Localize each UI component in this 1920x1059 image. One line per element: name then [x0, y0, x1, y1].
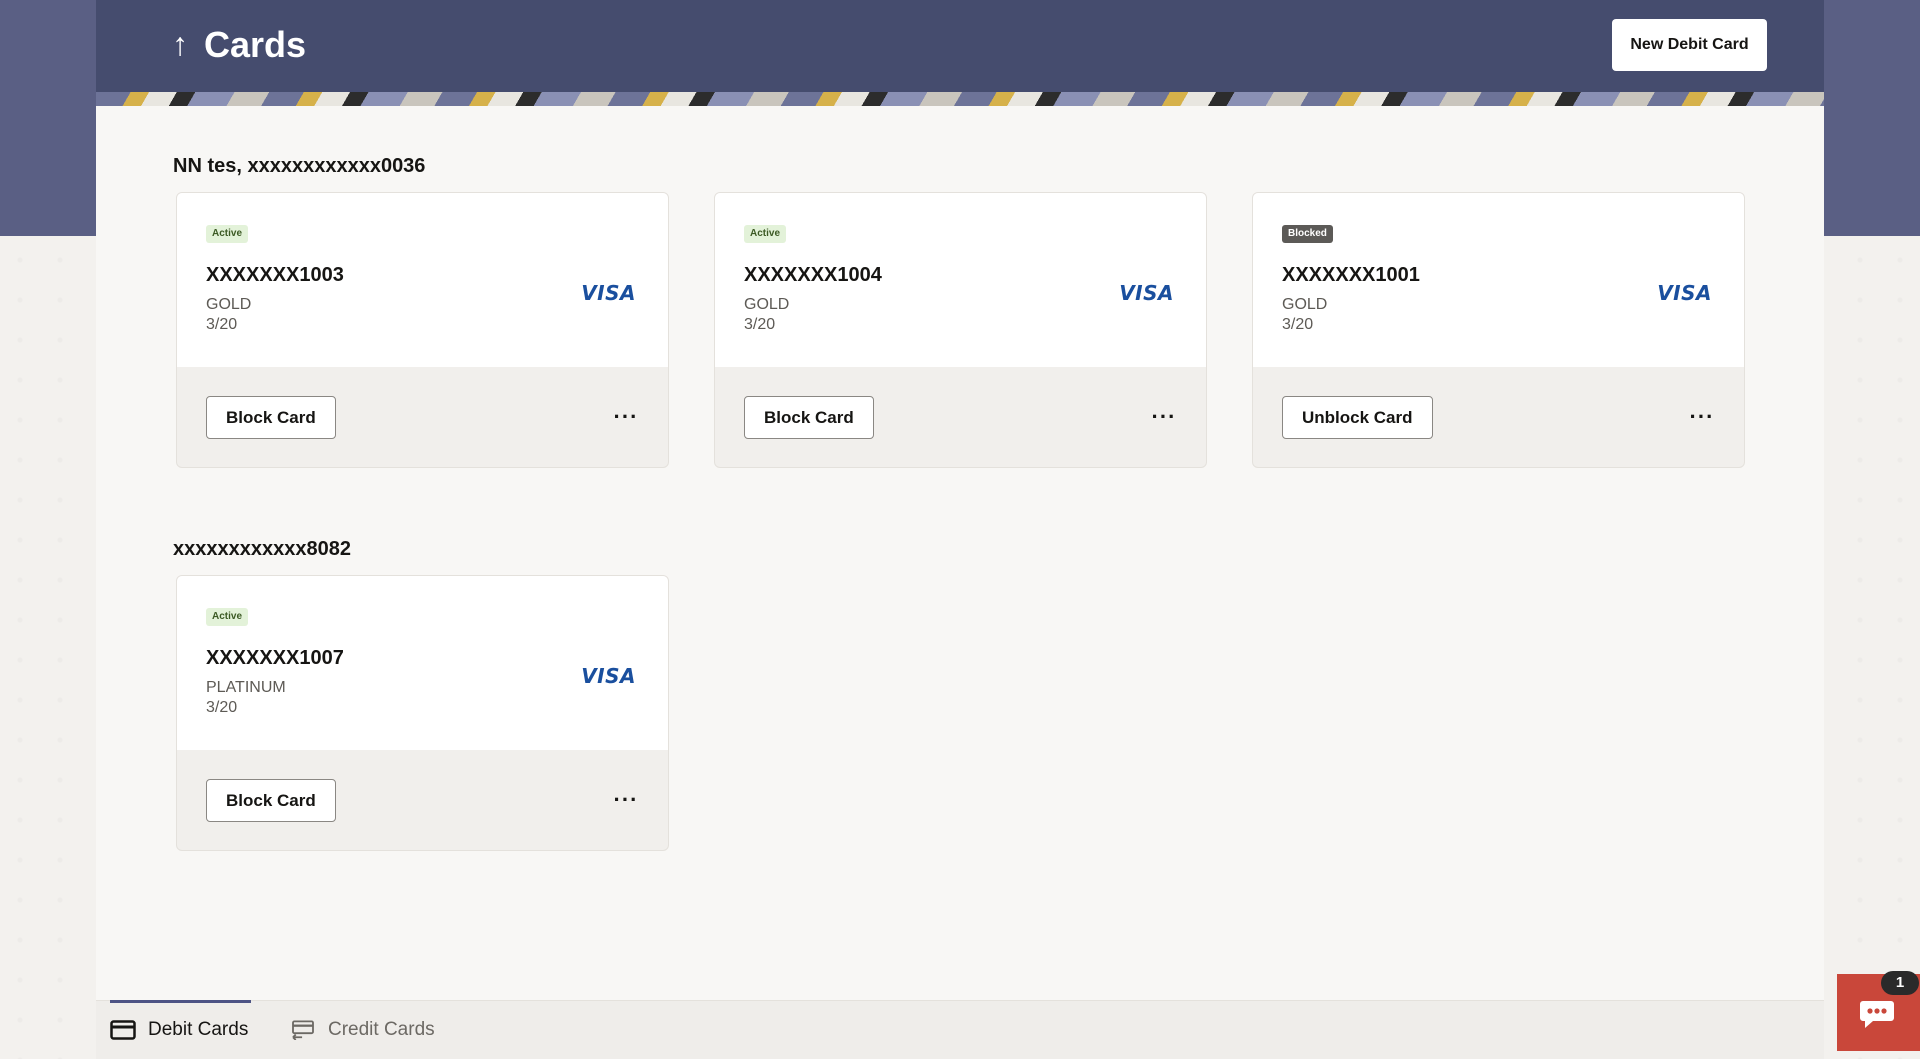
account-label: NN tes, xxxxxxxxxxxx0036 [173, 155, 426, 177]
more-options-icon[interactable]: ··· [1150, 405, 1178, 429]
tab-label: Debit Cards [148, 1018, 249, 1040]
card-actions: Block Card ··· [177, 367, 668, 467]
card-expiry: 3/20 [744, 316, 776, 333]
arrow-up-icon[interactable]: ↑ [168, 26, 192, 62]
cards-row: Active XXXXXXX1007 PLATINUM 3/20 VISA Bl… [173, 575, 669, 851]
page-header: ↑ Cards New Debit Card [96, 0, 1824, 92]
card-number[interactable]: XXXXXXX1003 [206, 263, 639, 287]
card-expiry: 3/20 [206, 316, 238, 333]
debit-card-icon [110, 1019, 136, 1040]
account-label: xxxxxxxxxxxx8082 [173, 538, 351, 560]
tab-debit-cards[interactable]: Debit Cards [110, 1000, 252, 1058]
visa-logo: VISA [581, 281, 636, 305]
debit-card: Active XXXXXXX1004 GOLD 3/20 VISA Block … [714, 192, 1207, 468]
status-badge: Active [206, 608, 249, 626]
card-details: Active XXXXXXX1003 GOLD 3/20 VISA [177, 193, 668, 367]
block-card-button[interactable]: Block Card [206, 396, 336, 439]
more-options-icon[interactable]: ··· [612, 405, 640, 429]
header-pattern [96, 92, 1824, 106]
more-options-icon[interactable]: ··· [612, 788, 640, 812]
card-details: Active XXXXXXX1004 GOLD 3/20 VISA [715, 193, 1206, 367]
cards-row: Active XXXXXXX1003 GOLD 3/20 VISA Block … [173, 192, 1745, 468]
cards-content: NN tes, xxxxxxxxxxxx0036 Active XXXXXXX1… [96, 106, 1824, 1000]
card-details: Blocked XXXXXXX1001 GOLD 3/20 VISA [1253, 193, 1744, 367]
account-group: xxxxxxxxxxxx8082 Active XXXXXXX1007 PLAT… [173, 537, 669, 851]
debit-card: Blocked XXXXXXX1001 GOLD 3/20 VISA Unblo… [1252, 192, 1745, 468]
tab-credit-cards[interactable]: Credit Cards [290, 1001, 435, 1058]
card-number[interactable]: XXXXXXX1004 [744, 263, 1177, 287]
credit-card-icon [292, 1019, 314, 1040]
card-actions: Block Card ··· [715, 367, 1206, 467]
card-type: PLATINUM [206, 679, 286, 696]
chat-notification-badge: 1 [1881, 971, 1919, 995]
card-expiry: 3/20 [206, 699, 238, 716]
status-badge: Active [744, 225, 787, 243]
unblock-card-button[interactable]: Unblock Card [1282, 396, 1433, 439]
card-type: GOLD [1282, 296, 1328, 313]
debit-card: Active XXXXXXX1007 PLATINUM 3/20 VISA Bl… [176, 575, 669, 851]
card-actions: Block Card ··· [177, 750, 668, 850]
account-group: NN tes, xxxxxxxxxxxx0036 Active XXXXXXX1… [173, 154, 1745, 468]
more-options-icon[interactable]: ··· [1688, 405, 1716, 429]
tab-label: Credit Cards [328, 1018, 435, 1040]
new-debit-card-button[interactable]: New Debit Card [1612, 19, 1767, 71]
debit-card: Active XXXXXXX1003 GOLD 3/20 VISA Block … [176, 192, 669, 468]
visa-logo: VISA [581, 664, 636, 688]
card-details: Active XXXXXXX1007 PLATINUM 3/20 VISA [177, 576, 668, 750]
card-type: GOLD [206, 296, 252, 313]
card-expiry: 3/20 [1282, 316, 1314, 333]
page-title: Cards [204, 24, 307, 65]
block-card-button[interactable]: Block Card [744, 396, 874, 439]
visa-logo: VISA [1657, 281, 1712, 305]
card-type: GOLD [744, 296, 790, 313]
card-actions: Unblock Card ··· [1253, 367, 1744, 467]
status-badge: Blocked [1282, 225, 1333, 243]
status-badge: Active [206, 225, 249, 243]
chat-bubble-icon [1860, 1001, 1894, 1028]
block-card-button[interactable]: Block Card [206, 779, 336, 822]
card-number[interactable]: XXXXXXX1001 [1282, 263, 1715, 287]
visa-logo: VISA [1119, 281, 1174, 305]
card-type-tabs: Debit Cards Credit Cards [96, 1000, 1824, 1059]
app-shell: ↑ Cards New Debit Card NN tes, xxxxxxxxx… [96, 0, 1824, 1059]
card-number[interactable]: XXXXXXX1007 [206, 646, 639, 670]
